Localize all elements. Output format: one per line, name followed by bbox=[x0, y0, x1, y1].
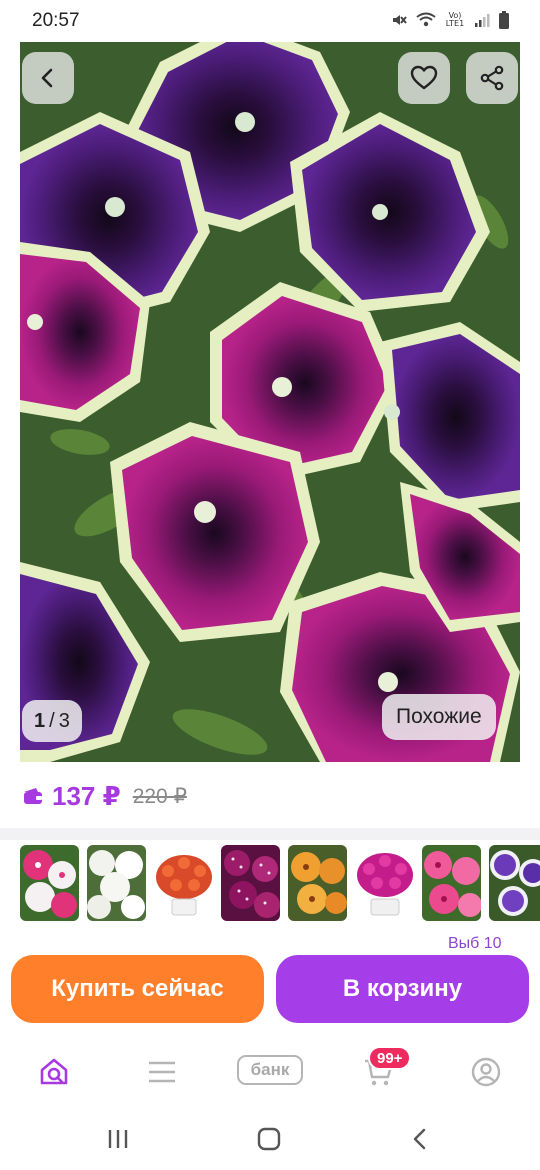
chevron-left-icon bbox=[41, 68, 53, 88]
old-price: 220 ₽ bbox=[132, 784, 187, 808]
thumbnail-orange[interactable] bbox=[288, 845, 347, 921]
home-icon[interactable] bbox=[257, 1127, 281, 1151]
peek-text: Выб 10 bbox=[448, 935, 502, 952]
price-row: 137 ₽ 220 ₽ bbox=[22, 778, 187, 814]
signal-icon bbox=[475, 14, 490, 27]
section-divider bbox=[0, 828, 540, 840]
menu-icon bbox=[149, 1061, 175, 1083]
image-pager: 1 / 3 bbox=[22, 700, 82, 742]
volte-label: Vo) LTE1 bbox=[445, 11, 465, 28]
buy-now-button[interactable]: Купить сейчас bbox=[11, 955, 264, 1023]
mute-icon bbox=[393, 15, 407, 25]
cart-badge: 99+ bbox=[368, 1046, 412, 1070]
thumbnail-pink[interactable] bbox=[422, 845, 481, 921]
thumbnail-white[interactable] bbox=[87, 845, 146, 921]
pager-separator: / bbox=[49, 709, 55, 732]
wallet-icon bbox=[24, 788, 42, 804]
nav-catalog[interactable] bbox=[140, 1050, 184, 1094]
nav-bank[interactable]: банк bbox=[237, 1055, 303, 1085]
product-image[interactable]: 1 / 3 Похожие bbox=[20, 42, 520, 762]
similar-button[interactable]: Похожие bbox=[382, 694, 496, 740]
pager-total: 3 bbox=[58, 709, 70, 732]
current-price: 137 ₽ bbox=[52, 780, 121, 811]
back-icon[interactable] bbox=[410, 1127, 430, 1151]
thumbnail-magenta-dotted[interactable] bbox=[221, 845, 280, 921]
nav-home[interactable] bbox=[32, 1050, 76, 1094]
thumbnail-purple-white[interactable] bbox=[489, 845, 540, 921]
nav-profile[interactable] bbox=[464, 1050, 508, 1094]
home-search-icon bbox=[40, 1058, 68, 1085]
recent-apps-icon[interactable] bbox=[106, 1128, 130, 1150]
share-icon bbox=[480, 65, 504, 91]
status-time: 20:57 bbox=[32, 10, 80, 31]
thumbnail-magenta-pot[interactable] bbox=[355, 845, 414, 921]
thumbnail-red-orange-pot[interactable] bbox=[154, 845, 213, 921]
share-button[interactable] bbox=[466, 52, 518, 104]
heart-icon bbox=[410, 65, 438, 90]
thumbnail-pink-white[interactable] bbox=[20, 845, 79, 921]
favorite-button[interactable] bbox=[398, 52, 450, 104]
system-nav bbox=[0, 1110, 540, 1170]
back-button[interactable] bbox=[22, 52, 74, 104]
status-bar: 20:57 Vo) LTE1 bbox=[0, 0, 540, 40]
petunia-photo bbox=[20, 42, 520, 762]
profile-icon bbox=[471, 1057, 501, 1087]
add-to-cart-button[interactable]: В корзину bbox=[276, 955, 529, 1023]
wifi-icon bbox=[416, 12, 436, 27]
battery-icon bbox=[499, 11, 509, 29]
status-icons: Vo) LTE1 bbox=[390, 8, 510, 32]
pager-current: 1 bbox=[34, 709, 46, 732]
variant-thumbnails bbox=[20, 845, 540, 923]
